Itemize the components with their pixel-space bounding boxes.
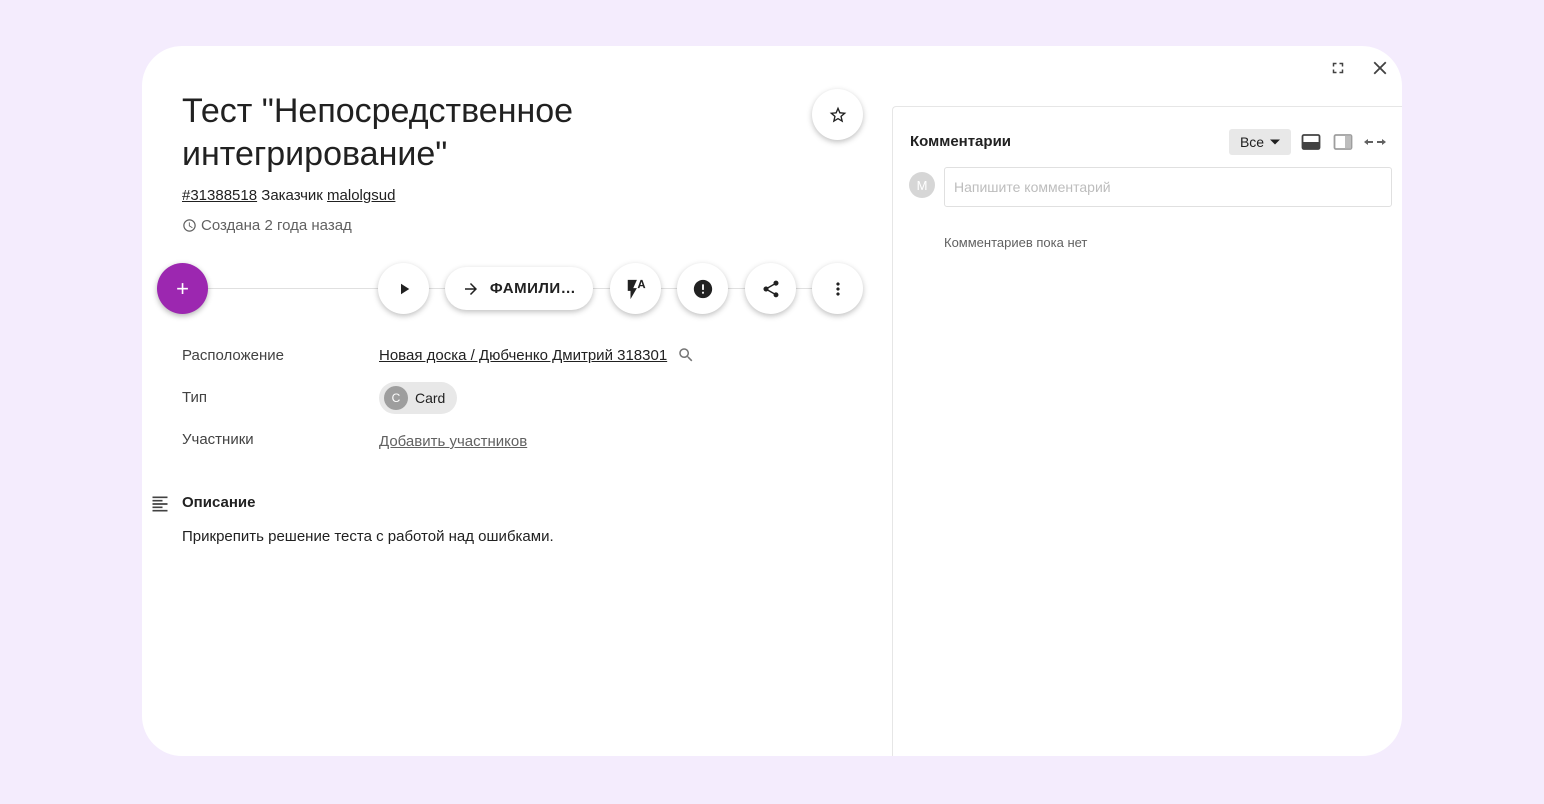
more-vert-icon (835, 281, 840, 296)
window-actions (1322, 56, 1396, 80)
add-button[interactable]: + (157, 263, 208, 314)
view-bottom-icon[interactable] (1299, 131, 1323, 153)
task-meta: #31388518 Заказчик malolgsud (182, 187, 395, 204)
members-label: Участники (182, 431, 254, 448)
description-title: Описание (182, 494, 256, 511)
comments-view-options (1299, 131, 1387, 153)
created-info: Создана 2 года назад (182, 217, 352, 234)
transition-label: ФАМИЛИ… (489, 280, 577, 297)
arrow-right-icon (464, 282, 477, 295)
play-icon (400, 283, 409, 294)
location-field: Новая доска / Дюбченко Дмитрий 318301 (379, 346, 695, 364)
caret-down-icon (1270, 139, 1281, 145)
alert-button[interactable] (677, 263, 728, 314)
add-members-link[interactable]: Добавить участников (379, 433, 527, 450)
comments-title: Комментарии (910, 133, 1012, 150)
share-icon (763, 280, 778, 297)
star-icon (829, 106, 846, 122)
created-text: Создана 2 года назад (201, 217, 352, 234)
page-title: Тест "Непосредственное интегрирование" (182, 92, 574, 173)
description-icon (152, 496, 168, 512)
transition-button[interactable]: ФАМИЛИ… (445, 267, 593, 310)
search-icon[interactable] (677, 346, 695, 364)
type-field: C Card (379, 382, 458, 414)
type-chip[interactable]: C Card (379, 382, 458, 414)
more-button[interactable] (812, 263, 863, 314)
swap-width-icon[interactable] (1363, 131, 1387, 153)
comment-input[interactable] (944, 167, 1392, 207)
task-card: Тест "Непосредственное интегрирование" #… (142, 46, 1402, 756)
type-chip-avatar: C (384, 386, 408, 410)
comments-empty-text: Комментариев пока нет (944, 235, 1088, 250)
clock-icon (183, 219, 196, 232)
customer-label: Заказчик (261, 187, 323, 204)
automation-button[interactable] (610, 263, 661, 314)
description-text[interactable]: Прикрепить решение теста с работой над о… (182, 528, 554, 545)
start-button[interactable] (378, 263, 429, 314)
expand-icon[interactable] (1322, 56, 1354, 80)
favorite-button[interactable] (812, 89, 863, 140)
avatar: M (909, 172, 935, 198)
customer-link[interactable]: malolgsud (327, 187, 395, 204)
location-label: Расположение (182, 347, 284, 364)
comments-filter-select[interactable]: Все (1229, 129, 1291, 155)
task-id-link[interactable]: #31388518 (182, 187, 257, 204)
close-icon[interactable] (1364, 56, 1396, 80)
members-field: Добавить участников (379, 433, 527, 450)
alert-icon (693, 279, 712, 298)
type-label: Тип (182, 389, 208, 406)
plus-icon: + (176, 275, 189, 301)
location-link[interactable]: Новая доска / Дюбченко Дмитрий 318301 (379, 347, 667, 364)
flash-auto-icon (627, 279, 645, 299)
comments-panel: Комментарии Все M Комментариев пока нет (892, 106, 1402, 756)
view-side-icon[interactable] (1331, 131, 1355, 153)
share-button[interactable] (745, 263, 796, 314)
type-chip-label: Card (415, 390, 446, 406)
comments-filter-value: Все (1239, 134, 1265, 150)
